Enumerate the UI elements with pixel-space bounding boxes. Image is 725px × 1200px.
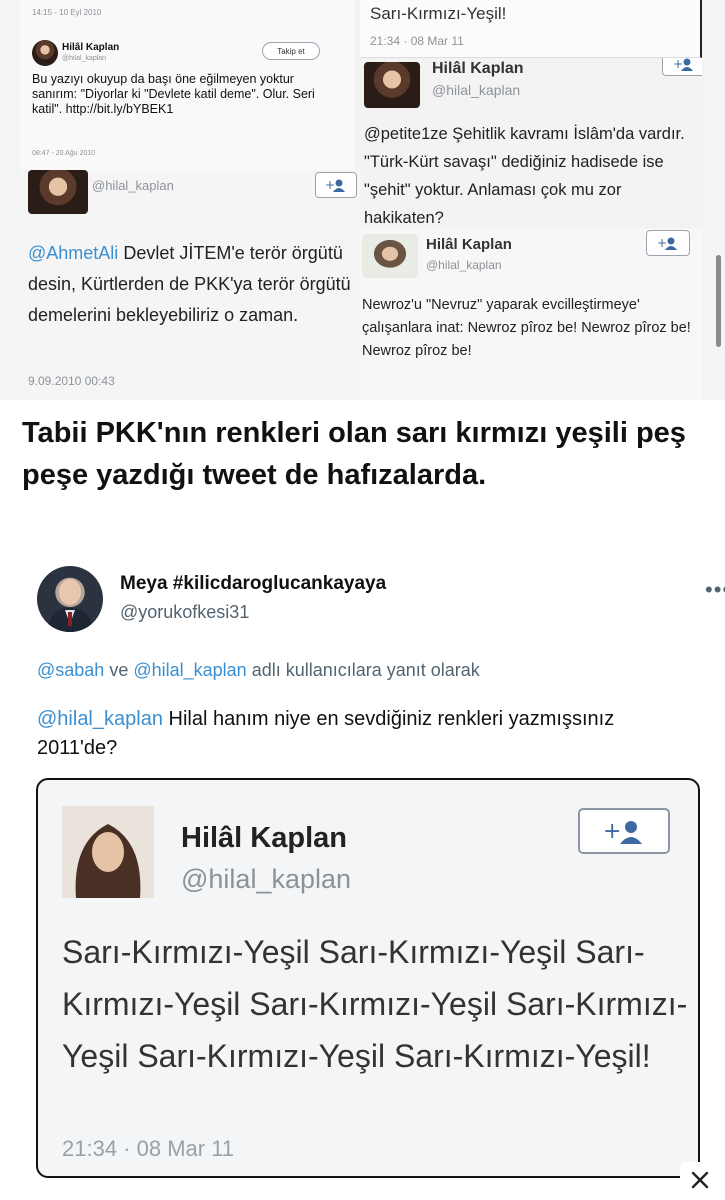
tweet-author-name: Hilâl Kaplan [432,60,524,77]
collage-tweet-mid-left: @hilal_kaplan + @AhmetAli Devlet JİTEM'e… [20,170,360,400]
avatar[interactable] [37,566,103,632]
add-user-icon: + [603,819,642,844]
reply-suffix: adlı kullanıcılara yanıt olarak [246,660,480,680]
close-button[interactable] [680,1162,720,1198]
collage-tweet-top-right: Sarı-Kırmızı-Yeşil! 21:34 · 08 Mar 11 [360,0,702,58]
tweet-text: @petite1ze Şehitlik kavramı İslâm'da var… [364,120,702,230]
svg-text:+: + [657,236,667,250]
tweet-author-handle: @hilal_kaplan [62,55,107,62]
tweet-text: @hilal_kaplan Hilal hanım niye en sevdiğ… [37,705,697,763]
avatar [364,62,420,108]
tweet-text: Sarı-Kırmızı-Yeşil! [370,4,507,23]
tweet-timestamp: 21:34 · 08 Mar 11 [370,34,464,48]
follow-button[interactable]: + [315,172,357,198]
collage-tweet-bottom-right: Hilâl Kaplan @hilal_kaplan + Newroz'u "N… [360,228,702,400]
card-tweet-text: Sarı-Kırmızı-Yeşil Sarı-Kırmızı-Yeşil Sa… [62,934,688,1074]
add-user-icon: + [325,178,345,192]
tweet-text: Bu yazıyı okuyup da başı öne eğilmeyen y… [32,72,315,116]
follow-button[interactable]: + [646,230,690,256]
tweet-author-handle: @hilal_kaplan [92,178,174,193]
tweet-author-handle: @hilal_kaplan [432,82,521,98]
mention-sabah[interactable]: @sabah [37,660,104,680]
mention[interactable]: @AhmetAli [28,243,118,263]
collage-tweet-top-left: 14:15 - 10 Eyl 2010 Hilâl Kaplan @hilal_… [20,0,355,170]
tweet-author-name: Hilâl Kaplan [426,236,512,253]
avatar [62,806,154,898]
card-author-handle: @hilal_kaplan [181,864,352,894]
follow-button[interactable]: + [578,808,670,854]
svg-text:+: + [673,58,683,71]
caption-text: Tabii PKK'nın renkleri olan sarı kırmızı… [22,417,686,491]
tweet-timestamp: 08:47 - 20 Ağu 2010 [32,150,96,157]
card-author-name: Hilâl Kaplan [181,822,347,854]
tweet-text: Newroz'u "Nevruz" yaparak evcilleştirmey… [362,297,691,359]
collage-tweet-mid-right: Hilâl Kaplan @hilal_kaplan + @petite1ze … [360,58,702,230]
follow-button[interactable]: + [662,58,702,76]
tweet-text: @AhmetAli Devlet JİTEM'e terör örgütü de… [28,238,358,331]
mention[interactable]: @petite1ze [364,125,448,143]
avatar [32,40,58,66]
tweet-meta: 14:15 - 10 Eyl 2010 [32,8,102,17]
profile-photo [47,579,93,632]
scrollbar[interactable] [716,255,721,347]
mention-hilal-kaplan[interactable]: @hilal_kaplan [133,660,246,680]
reply-separator: ve [104,660,134,680]
user-display-name[interactable]: Meya #kilicdaroglucankayaya [120,573,386,595]
profile-photo [62,806,154,898]
follow-button[interactable]: Takip et [262,42,320,60]
svg-text:+: + [603,819,621,844]
add-user-icon: + [657,236,677,250]
add-user-icon: + [673,58,693,71]
tweet-author-name: Hilâl Kaplan [62,42,120,53]
follow-label: Takip et [277,46,305,56]
avatar [28,170,88,214]
reply-context: @sabah ve @hilal_kaplan adlı kullanıcıla… [37,660,480,681]
user-handle[interactable]: @yorukofkesi31 [120,602,249,623]
mention-hilal-kaplan[interactable]: @hilal_kaplan [37,708,163,730]
close-icon [691,1171,709,1189]
more-horizontal-icon[interactable]: ••• [705,577,725,603]
avatar [362,234,418,278]
card-timestamp: 21:34 · 08 Mar 11 [62,1136,235,1161]
tweet-image-card[interactable]: Hilâl Kaplan @hilal_kaplan + Sarı-Kırmız… [36,778,700,1178]
tweet-timestamp: 9.09.2010 00:43 [28,374,115,388]
svg-text:+: + [325,178,335,192]
collage-image: 14:15 - 10 Eyl 2010 Hilâl Kaplan @hilal_… [0,0,725,400]
tweet-author-handle: @hilal_kaplan [426,258,502,272]
